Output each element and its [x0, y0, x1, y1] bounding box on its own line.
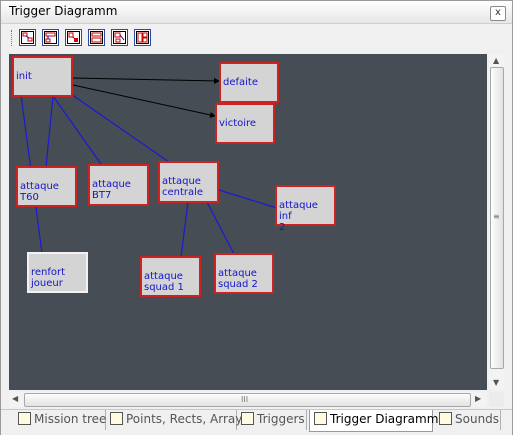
tab-sounds[interactable]: Sounds	[435, 410, 501, 430]
close-icon[interactable]: x	[490, 6, 506, 21]
tab-points-rects-arrays-label: Points, Rects, Arrays	[126, 412, 249, 426]
node-defaite-label: defaite	[223, 77, 258, 88]
edge-init-bt7	[52, 95, 102, 165]
edge-centrale-inf2	[218, 189, 281, 210]
node-init[interactable]: init	[12, 56, 73, 97]
tab-sounds-label: Sounds	[455, 412, 500, 426]
edge-centrale-squad1	[180, 201, 189, 258]
node-attaque-squad-1-label: attaque squad 1	[144, 271, 184, 293]
node-attaque-inf-2-label: attaque inf 2	[279, 200, 318, 233]
toolbar	[1, 25, 512, 51]
trigger-diagram-icon-2[interactable]	[42, 29, 59, 46]
points-rects-arrays-icon	[110, 412, 123, 425]
horizontal-thumb-grip: III	[241, 395, 249, 404]
trigger-diagram-window: Trigger Diagramm x init defaite victoire…	[0, 0, 513, 435]
sounds-icon	[439, 412, 452, 425]
node-attaque-inf-2[interactable]: attaque inf 2	[275, 185, 336, 233]
scroll-down-icon[interactable]: ▼	[493, 378, 499, 387]
tab-trigger-diagramm-label: Trigger Diagramm	[330, 412, 439, 426]
node-attaque-centrale-label: attaque centrale	[162, 176, 204, 198]
scroll-corner	[489, 392, 504, 407]
title-bar: Trigger Diagramm x	[1, 1, 512, 24]
edge-init-t60	[45, 95, 54, 168]
horizontal-scrollbar[interactable]: ◀ III ▶	[9, 392, 487, 407]
edge-centrale-squad2	[206, 201, 236, 257]
node-attaque-centrale[interactable]: attaque centrale	[158, 161, 219, 203]
node-init-label: init	[16, 71, 32, 82]
trigger-diagram-icon-6[interactable]	[134, 29, 151, 46]
trigger-diagram-icon-4[interactable]	[88, 29, 105, 46]
node-renfort-joueur[interactable]: renfort joueur	[27, 252, 88, 293]
vertical-thumb-grip: ≡	[493, 212, 500, 221]
trigger-diagram-icon-1[interactable]	[19, 29, 36, 46]
node-attaque-squad-2[interactable]: attaque squad 2	[214, 253, 274, 294]
node-attaque-squad-2-label: attaque squad 2	[218, 268, 258, 290]
edge-init-defaite	[72, 77, 220, 84]
tab-trigger-diagramm[interactable]: Trigger Diagramm	[309, 410, 438, 432]
edge-init-centrale	[64, 89, 170, 163]
scroll-left-icon[interactable]: ◀	[12, 394, 18, 403]
tab-mission-tree[interactable]: Mission tree	[14, 410, 106, 430]
mission-tree-icon	[18, 412, 31, 425]
trigger-diagram-icon-5[interactable]	[111, 29, 128, 46]
node-victoire[interactable]: victoire	[215, 103, 275, 144]
vertical-scroll-thumb[interactable]: ≡	[490, 67, 504, 369]
trigger-diagramm-icon	[314, 412, 327, 425]
tab-bar: Mission tree Points, Rects, Arrays Trigg…	[1, 409, 512, 435]
trigger-diagram-icon-3[interactable]	[65, 29, 82, 46]
scroll-right-icon[interactable]: ▶	[475, 394, 481, 403]
toolbar-grip[interactable]	[11, 30, 15, 46]
node-attaque-t60[interactable]: attaque T60	[16, 166, 77, 207]
node-victoire-label: victoire	[219, 118, 257, 129]
tab-points-rects-arrays[interactable]: Points, Rects, Arrays	[106, 410, 249, 430]
tab-triggers-label: Triggers	[257, 412, 305, 426]
node-defaite[interactable]: defaite	[219, 62, 279, 103]
node-attaque-squad-1[interactable]: attaque squad 1	[140, 256, 201, 297]
node-attaque-bt7[interactable]: attaque BT7	[88, 164, 149, 206]
tab-triggers[interactable]: Triggers	[237, 410, 307, 430]
node-renfort-joueur-label: renfort joueur	[31, 267, 66, 289]
diagram-canvas[interactable]: init defaite victoire attaque T60 attaqu…	[9, 54, 487, 390]
tab-mission-tree-label: Mission tree	[34, 412, 107, 426]
vertical-scrollbar[interactable]: ▲ ≡ ▼	[489, 54, 504, 390]
node-attaque-t60-label: attaque T60	[20, 181, 59, 203]
edge-init-victoire	[72, 84, 216, 118]
node-attaque-bt7-label: attaque BT7	[92, 179, 131, 201]
scroll-up-icon[interactable]: ▲	[493, 56, 499, 65]
horizontal-scroll-thumb[interactable]: III	[24, 393, 471, 407]
triggers-icon	[241, 412, 254, 425]
window-title: Trigger Diagramm	[9, 4, 118, 18]
